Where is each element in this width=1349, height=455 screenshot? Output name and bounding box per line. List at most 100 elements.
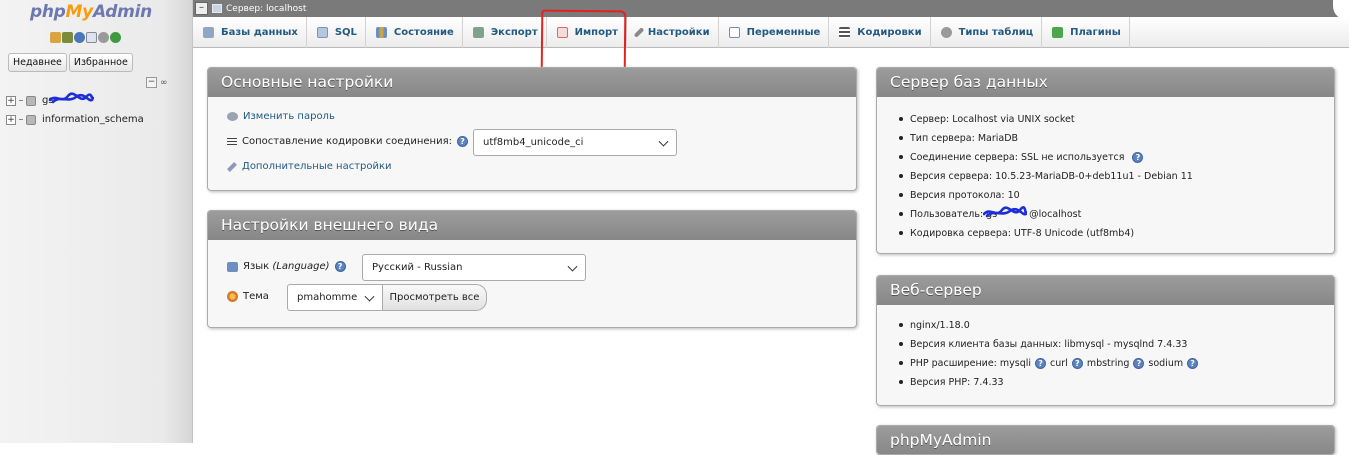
theme-select[interactable]: pmahomme	[287, 284, 383, 311]
chevron-down-icon	[658, 136, 669, 147]
theme-value: pmahomme	[297, 292, 358, 303]
help-icon[interactable]: ?	[1071, 358, 1083, 369]
tab-import[interactable]: Импорт	[547, 17, 627, 48]
tab-label: Настройки	[647, 27, 710, 38]
import-icon	[556, 27, 568, 38]
server-breadcrumb-bar: – Сервер: localhost	[193, 0, 1349, 17]
server-icon	[212, 4, 222, 13]
list-item: Версия PHP: 7.4.33	[897, 373, 1198, 392]
tab-label: Базы данных	[221, 27, 298, 38]
database-server-panel: Сервер баз данных Сервер: Localhost via …	[876, 67, 1335, 254]
list-icon	[227, 137, 237, 146]
tab-label: Экспорт	[490, 27, 538, 38]
help-icon[interactable]: ?	[456, 136, 468, 147]
tab-label: Кодировки	[857, 27, 922, 38]
panel-title: phpMyAdmin	[877, 426, 1334, 454]
list-item: Кодировка сервера: UTF-8 Unicode (utf8mb…	[897, 224, 1193, 243]
language-value: Русский - Russian	[372, 262, 463, 273]
db-name[interactable]: gs	[42, 95, 54, 106]
navigation-panel: phpMyAdmin Недавнее Избранное − ∞ + gs +…	[0, 0, 193, 443]
tab-label: Переменные	[746, 27, 821, 38]
panel-title: Веб-сервер	[877, 276, 1334, 305]
panel-title: Настройки внешнего вида	[208, 211, 856, 240]
help-icon[interactable]: ?	[1187, 358, 1199, 369]
list-item: Версия сервера: 10.5.23-MariaDB-0+deb11u…	[897, 167, 1193, 186]
web-server-panel: Веб-сервер nginx/1.18.0 Версия клиента б…	[876, 275, 1335, 406]
key-icon	[227, 112, 238, 121]
db-server-info-list: Сервер: Localhost via UNIX socket Тип се…	[897, 110, 1193, 243]
help-icon[interactable]: ?	[334, 261, 346, 272]
nav-icon-bar	[50, 32, 121, 43]
tab-settings[interactable]: Настройки	[627, 17, 719, 48]
recent-tab[interactable]: Недавнее	[8, 53, 67, 72]
sql-icon	[316, 27, 328, 38]
more-settings-row: Дополнительные настройки	[227, 161, 392, 172]
more-settings-link[interactable]: Дополнительные настройки	[242, 161, 392, 172]
db-tree-item[interactable]: + information_schema	[6, 114, 144, 125]
variables-icon	[728, 27, 740, 38]
panel-title: Сервер баз данных	[877, 68, 1334, 97]
tab-label: SQL	[334, 27, 357, 38]
theme-icon	[227, 291, 238, 302]
help-icon[interactable]: ?	[1133, 358, 1145, 369]
server-breadcrumb[interactable]: Сервер: localhost	[226, 4, 306, 14]
export-icon	[472, 27, 484, 38]
tab-databases[interactable]: Базы данных	[193, 17, 307, 48]
tab-export[interactable]: Экспорт	[463, 17, 547, 48]
chevron-down-icon	[567, 261, 578, 272]
expand-icon[interactable]: +	[6, 95, 16, 106]
panel-title: Основные настройки	[208, 68, 856, 97]
help-icon[interactable]	[74, 32, 85, 43]
wrench-icon	[633, 27, 645, 38]
settings-icon[interactable]	[98, 32, 109, 43]
favorites-tab[interactable]: Избранное	[68, 53, 133, 72]
server-tabs: Базы данных SQL Состояние Экспорт Импорт…	[193, 17, 1349, 48]
collation-row: Сопоставление кодировки соединения: ?	[227, 136, 468, 147]
doc-icon[interactable]	[86, 32, 97, 43]
tab-variables[interactable]: Переменные	[719, 17, 830, 48]
theme-label: Тема	[243, 291, 269, 302]
db-tree-item[interactable]: + gs	[6, 92, 94, 106]
language-icon	[227, 261, 238, 272]
view-all-themes-button[interactable]: Просмотреть все	[382, 284, 487, 311]
language-select[interactable]: Русский - Russian	[362, 254, 586, 281]
tab-label: Типы таблиц	[958, 27, 1034, 38]
tab-charsets[interactable]: Кодировки	[829, 17, 931, 48]
list-item: Пользователь: gs @localhost	[897, 205, 1193, 224]
collapse-nav-button[interactable]: –	[195, 2, 208, 15]
tab-plugins[interactable]: Плагины	[1042, 17, 1130, 48]
tab-label: Плагины	[1070, 27, 1121, 38]
list-item: Версия клиента базы данных: libmysql - m…	[897, 335, 1198, 354]
change-password-link[interactable]: Изменить пароль	[243, 111, 335, 122]
expand-icon[interactable]: +	[6, 114, 16, 125]
redaction-scribble	[48, 92, 94, 104]
phpmyadmin-logo[interactable]: phpMyAdmin	[30, 2, 152, 22]
help-icon[interactable]: ?	[1132, 152, 1144, 163]
link-icon[interactable]: ∞	[160, 78, 168, 88]
database-icon	[26, 95, 36, 106]
list-item: PHP расширение: mysqli ? curl ? mbstring…	[897, 354, 1199, 373]
nav-tabs: Недавнее Избранное	[8, 53, 133, 72]
collation-select[interactable]: utf8mb4_unicode_ci	[473, 129, 677, 156]
collation-label: Сопоставление кодировки соединения:	[242, 136, 452, 147]
general-settings-panel: Основные настройки Изменить пароль Сопос…	[207, 67, 857, 191]
database-icon	[26, 114, 36, 125]
home-icon[interactable]	[50, 32, 61, 43]
reload-icon[interactable]	[110, 32, 121, 43]
tab-engines[interactable]: Типы таблиц	[931, 17, 1043, 48]
db-icon[interactable]	[62, 32, 73, 43]
tab-sql[interactable]: SQL	[307, 17, 366, 48]
web-server-info-list: nginx/1.18.0 Версия клиента базы данных:…	[897, 316, 1199, 392]
collation-value: utf8mb4_unicode_ci	[483, 137, 584, 148]
tree-controls: − ∞	[146, 77, 168, 88]
tab-status[interactable]: Состояние	[366, 17, 463, 48]
language-label: Язык (Language)	[243, 261, 330, 272]
help-icon[interactable]: ?	[1035, 358, 1047, 369]
theme-row: Тема	[227, 291, 269, 302]
collapse-all-icon[interactable]: −	[146, 77, 157, 88]
engines-icon	[940, 27, 952, 38]
list-item: Сервер: Localhost via UNIX socket	[897, 110, 1193, 129]
tab-label: Состояние	[393, 27, 454, 38]
list-item: Соединение сервера: SSL не используется?	[897, 148, 1193, 167]
db-name[interactable]: information_schema	[42, 114, 144, 125]
